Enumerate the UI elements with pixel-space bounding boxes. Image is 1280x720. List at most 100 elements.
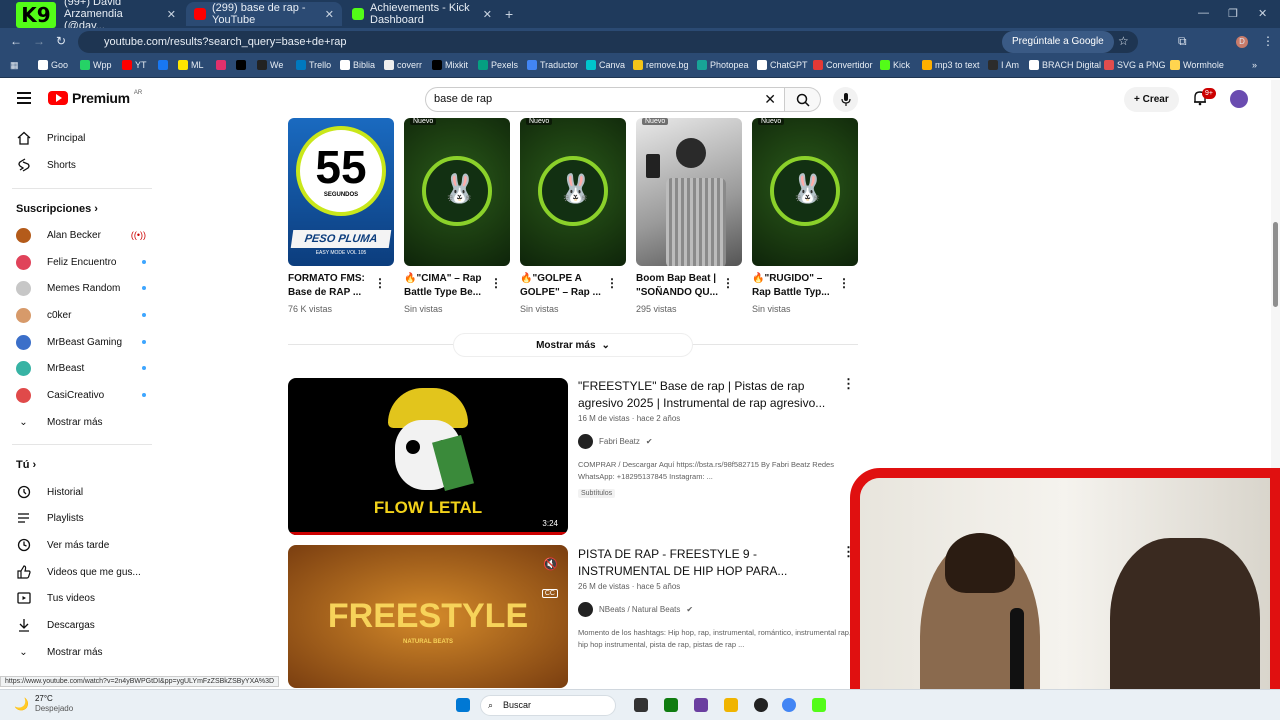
bookmark[interactable]: Traductor — [527, 60, 578, 70]
channel-link[interactable]: NBeats / Natural Beats ✔ — [578, 602, 693, 617]
clear-icon[interactable]: ✕ — [764, 88, 776, 111]
bookmark[interactable] — [236, 60, 246, 70]
sidebar-item-historial[interactable]: Historial — [16, 479, 146, 505]
bookmark[interactable]: ML — [178, 60, 204, 70]
short-title[interactable]: 🔥"GOLPE A GOLPE" – Rap ... — [520, 272, 604, 300]
close-icon[interactable]: ✕ — [325, 8, 334, 21]
minimize-icon[interactable]: — — [1198, 7, 1209, 19]
close-icon[interactable]: ✕ — [167, 8, 176, 21]
sidebar-item-principal[interactable]: Principal — [16, 125, 146, 151]
search-button[interactable] — [785, 87, 821, 112]
short-card[interactable]: Nuevo 🔥"CIMA" – Rap Battle Type Be... Si… — [404, 118, 510, 314]
bookmark[interactable]: Canva — [586, 60, 625, 70]
video-thumbnail[interactable]: FREESTYLE NATURAL BEATS 🔇 CC — [288, 545, 568, 688]
bookmark[interactable]: ChatGPT — [757, 60, 808, 70]
scrollbar-thumb[interactable] — [1273, 222, 1278, 307]
bookmark[interactable]: BRACH Digital — [1029, 60, 1101, 70]
video-thumbnail[interactable]: FLOW LETAL 3:24 — [288, 378, 568, 535]
bookmark[interactable]: Biblia — [340, 60, 375, 70]
extensions-icon[interactable]: ⧉ — [1178, 34, 1187, 49]
app-icon[interactable] — [694, 698, 708, 712]
tab-youtube[interactable]: (299) base de rap - YouTube ✕ — [186, 2, 342, 26]
short-thumbnail[interactable]: Nuevo — [752, 118, 858, 266]
bookmark[interactable]: YT — [122, 60, 147, 70]
more-options-icon[interactable]: ⋮ — [838, 276, 850, 290]
kick-app-icon[interactable] — [812, 698, 826, 712]
bookmark[interactable]: SVG a PNG — [1104, 60, 1166, 70]
windows-start-icon[interactable] — [456, 698, 470, 712]
sidebar-item-casicreativo[interactable]: CasiCreativo — [16, 382, 146, 408]
tab-twitch[interactable]: (99+) David Arzamendia (@dav... ✕ — [56, 0, 184, 32]
file-explorer-icon[interactable] — [724, 698, 738, 712]
taskbar-search[interactable]: ⌕ Buscar — [480, 695, 616, 716]
bookmark[interactable]: Kick — [880, 60, 910, 70]
sidebar-item-memes-random[interactable]: Memes Random — [16, 275, 146, 301]
weather-widget[interactable]: 🌙 27°C Despejado — [14, 694, 73, 714]
bookmark[interactable] — [158, 60, 168, 70]
short-title[interactable]: 🔥"CIMA" – Rap Battle Type Be... — [404, 272, 488, 300]
chrome-icon[interactable] — [782, 698, 796, 712]
short-title[interactable]: 🔥"RUGIDO" – Rap Battle Typ... — [752, 272, 836, 300]
bookmark[interactable]: Wormhole — [1170, 60, 1224, 70]
short-thumbnail[interactable]: Nuevo — [404, 118, 510, 266]
you-show-more-button[interactable]: ⌄ Mostrar más — [16, 639, 146, 665]
channel-link[interactable]: Fabri Beatz ✔ — [578, 434, 653, 449]
show-more-button[interactable]: Mostrar más ⌄ — [453, 333, 693, 357]
maximize-icon[interactable]: ❐ — [1228, 7, 1238, 20]
bookmark[interactable]: Trello — [296, 60, 331, 70]
sidebar-item-watch-later[interactable]: Ver más tarde — [16, 532, 146, 558]
more-options-icon[interactable]: ⋮ — [722, 276, 734, 290]
reload-icon[interactable]: ↻ — [56, 34, 66, 48]
bookmark[interactable]: Convertidor — [813, 60, 873, 70]
search-input[interactable]: base de rap ✕ — [425, 87, 785, 112]
video-title[interactable]: "FREESTYLE" Base de rap | Pistas de rap … — [578, 378, 828, 412]
short-card[interactable]: Nuevo 🔥"RUGIDO" – Rap Battle Typ... Sin … — [752, 118, 858, 314]
short-thumbnail[interactable]: 55 SEGUNDOS PESO PLUMA EASY MODE VOL 105 — [288, 118, 394, 266]
new-tab-button[interactable]: + — [505, 6, 513, 22]
video-title[interactable]: PISTA DE RAP - FREESTYLE 9 - INSTRUMENTA… — [578, 546, 828, 580]
short-thumbnail[interactable]: Nuevo — [520, 118, 626, 266]
obs-icon[interactable] — [754, 698, 768, 712]
short-title[interactable]: Boom Bap Beat | "SOÑANDO QU... — [636, 272, 720, 300]
menu-icon[interactable]: ⋮ — [1262, 34, 1274, 48]
scrollbar[interactable] — [1271, 80, 1280, 476]
mute-icon[interactable]: 🔇 — [543, 557, 558, 571]
sidebar-item-alan-becker[interactable]: Alan Becker ((•)) — [16, 222, 146, 248]
bookmark[interactable] — [216, 60, 226, 70]
forward-icon[interactable]: → — [33, 34, 45, 48]
bookmark[interactable]: Goo — [38, 60, 68, 70]
sidebar-item-your-videos[interactable]: Tus videos — [16, 585, 146, 611]
sidebar-item-mrbeast[interactable]: MrBeast — [16, 355, 146, 381]
create-button[interactable]: + Crear — [1124, 87, 1179, 112]
close-icon[interactable]: ✕ — [483, 8, 492, 21]
short-card[interactable]: 55 SEGUNDOS PESO PLUMA EASY MODE VOL 105… — [288, 118, 394, 314]
short-card[interactable]: Nuevo Boom Bap Beat | "SOÑANDO QU... 295… — [636, 118, 742, 314]
bookmark[interactable]: remove.bg — [633, 60, 689, 70]
subs-show-more-button[interactable]: ⌄ Mostrar más — [16, 409, 146, 435]
more-bookmarks-icon[interactable]: » — [1252, 60, 1257, 70]
google-ask-button[interactable]: Pregúntale a Google — [1002, 31, 1114, 53]
more-options-icon[interactable]: ⋮ — [842, 376, 855, 392]
sidebar-item-downloads[interactable]: Descargas — [16, 612, 146, 638]
more-options-icon[interactable]: ⋮ — [490, 276, 502, 290]
subscriptions-header[interactable]: Suscripciones › — [16, 203, 98, 215]
sidebar-item-mrbeast-gaming[interactable]: MrBeast Gaming — [16, 329, 146, 355]
tab-kick[interactable]: Achievements - Kick Dashboard ✕ — [344, 2, 500, 26]
bookmark[interactable]: I Am — [988, 60, 1019, 70]
bookmark[interactable]: We — [257, 60, 283, 70]
star-icon[interactable]: ☆ — [1118, 34, 1129, 48]
sidebar-item-c0ker[interactable]: c0ker — [16, 302, 146, 328]
captions-icon[interactable]: CC — [541, 589, 558, 598]
profile-avatar[interactable]: D — [1236, 36, 1248, 48]
you-header[interactable]: Tú › — [16, 459, 36, 471]
back-icon[interactable]: ← — [10, 34, 22, 48]
bookmark[interactable]: Wpp — [80, 60, 112, 70]
more-options-icon[interactable]: ⋮ — [374, 276, 386, 290]
task-view-icon[interactable] — [634, 698, 648, 712]
short-thumbnail[interactable]: Nuevo — [636, 118, 742, 266]
bookmark[interactable]: Mixkit — [432, 60, 468, 70]
sidebar-item-playlists[interactable]: Playlists — [16, 505, 146, 531]
bookmark[interactable]: coverr — [384, 60, 422, 70]
url-input[interactable]: youtube.com/results?search_query=base+de… — [78, 31, 1138, 53]
apps-icon[interactable]: ▦ — [10, 60, 19, 71]
